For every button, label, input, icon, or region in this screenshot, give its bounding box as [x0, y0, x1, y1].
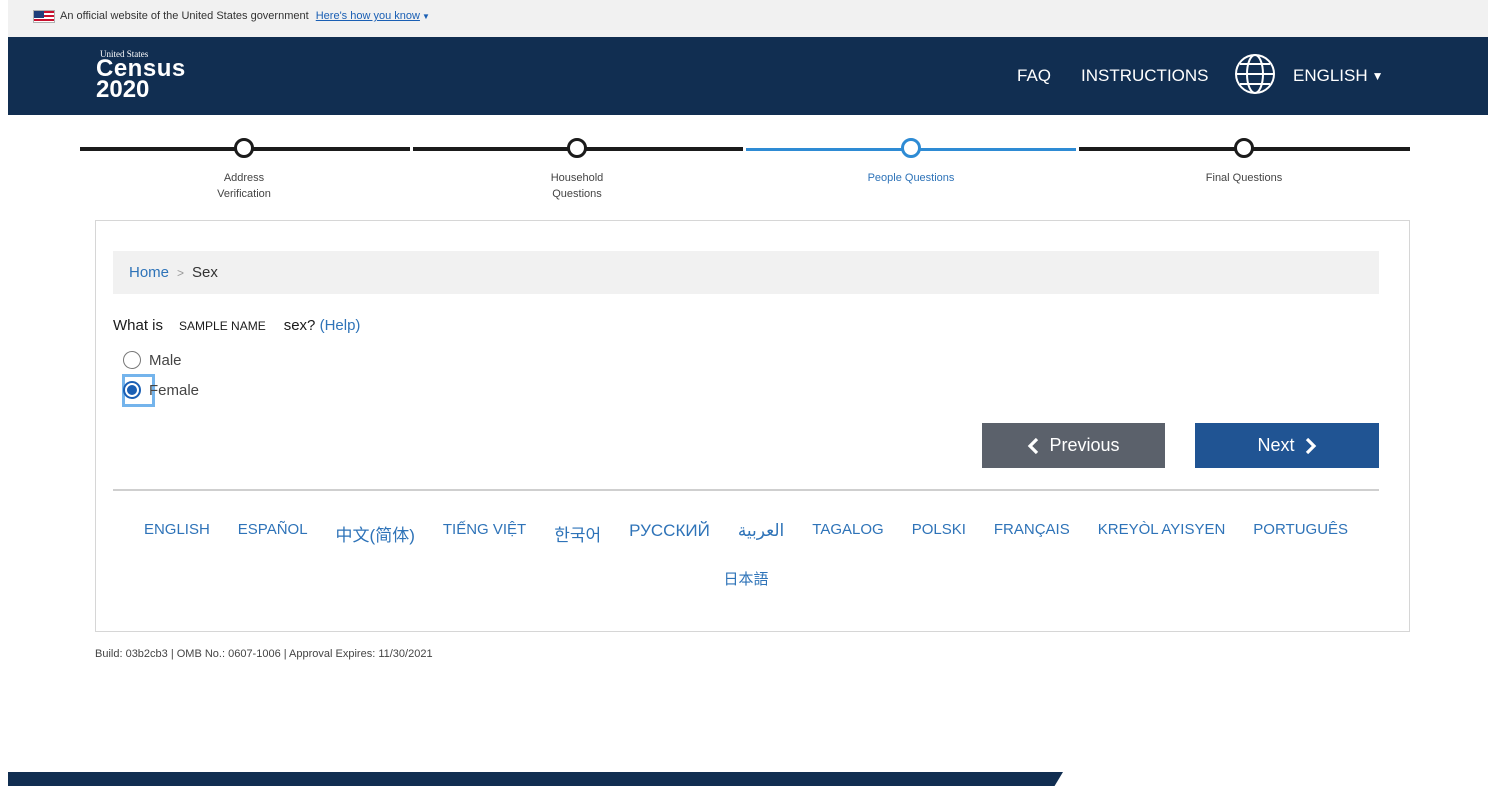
progress-node-final: [1234, 138, 1254, 158]
step-label-household: Household Questions: [550, 172, 604, 200]
lang-polski[interactable]: POLSKI: [912, 521, 966, 546]
gov-banner: An official website of the United States…: [8, 0, 1488, 37]
nav-instructions-link[interactable]: INSTRUCTIONS: [1081, 37, 1209, 115]
lang-japanese[interactable]: 日本語: [723, 571, 768, 588]
lang-vietnamese[interactable]: TIẾNG VIỆT: [443, 521, 526, 546]
next-button[interactable]: Next: [1195, 423, 1379, 468]
breadcrumb-separator: >: [177, 265, 185, 280]
option-male[interactable]: Male: [123, 351, 182, 369]
person-name: SAMPLE NAME: [179, 319, 266, 333]
lang-francais[interactable]: FRANÇAIS: [994, 521, 1070, 546]
census-2020-logo[interactable]: United States Census 2020: [96, 49, 196, 107]
step-label-people: People Questions: [867, 172, 955, 184]
lang-espanol[interactable]: ESPAÑOL: [238, 521, 308, 546]
step-label-address: Address Verification: [217, 172, 271, 200]
radio-male[interactable]: [123, 351, 141, 369]
lang-portugues[interactable]: PORTUGUÊS: [1253, 521, 1348, 546]
progress-node-people: [901, 138, 921, 158]
nav-faq-link[interactable]: FAQ: [1017, 37, 1051, 115]
divider: [113, 489, 1379, 491]
lang-russian[interactable]: РУССКИЙ: [629, 521, 710, 546]
lang-chinese[interactable]: 中文(简体): [336, 521, 415, 546]
chevron-right-icon: [1305, 437, 1316, 454]
lang-korean[interactable]: 한국어: [554, 521, 601, 546]
footer-bar: [8, 772, 1488, 786]
step-label-final: Final Questions: [1205, 172, 1283, 184]
previous-button[interactable]: Previous: [982, 423, 1165, 468]
globe-icon[interactable]: [1233, 52, 1277, 96]
caret-down-icon: ▼: [1371, 69, 1384, 83]
help-link[interactable]: (Help): [320, 317, 361, 334]
progress-tracker: Address Verification Household Questions P…: [80, 135, 1410, 210]
radio-female[interactable]: [123, 381, 141, 399]
gov-banner-link[interactable]: Here's how you know ▼: [316, 10, 430, 22]
language-list-row2: 日本語: [113, 568, 1379, 589]
question-card: Home > Sex What is SAMPLE NAME sex? (Help)…: [95, 220, 1410, 632]
caret-down-icon: ▼: [421, 12, 430, 21]
lang-arabic[interactable]: العربية: [738, 521, 784, 546]
gov-banner-text: An official website of the United States…: [60, 10, 309, 22]
lang-kreyol[interactable]: KREYÒL AYISYEN: [1098, 521, 1226, 546]
chevron-left-icon: [1028, 437, 1039, 454]
lang-tagalog[interactable]: TAGALOG: [812, 521, 883, 546]
progress-node-household: [567, 138, 587, 158]
language-list: ENGLISH ESPAÑOL 中文(简体) TIẾNG VIỆT 한국어 РУ…: [113, 521, 1379, 546]
progress-node-address: [234, 138, 254, 158]
us-flag-icon: [33, 10, 55, 23]
question-text: What is SAMPLE NAME sex? (Help): [113, 317, 361, 334]
language-dropdown[interactable]: ENGLISH ▼: [1293, 37, 1384, 115]
site-header: United States Census 2020 FAQ INSTRUCTIO…: [8, 37, 1488, 115]
breadcrumb: Home > Sex: [113, 251, 1379, 294]
breadcrumb-current: Sex: [192, 264, 218, 281]
option-female[interactable]: Female: [123, 381, 199, 399]
lang-english[interactable]: ENGLISH: [144, 521, 210, 546]
build-info: Build: 03b2cb3 | OMB No.: 0607-1006 | Ap…: [95, 648, 433, 660]
breadcrumb-home-link[interactable]: Home: [129, 264, 169, 281]
